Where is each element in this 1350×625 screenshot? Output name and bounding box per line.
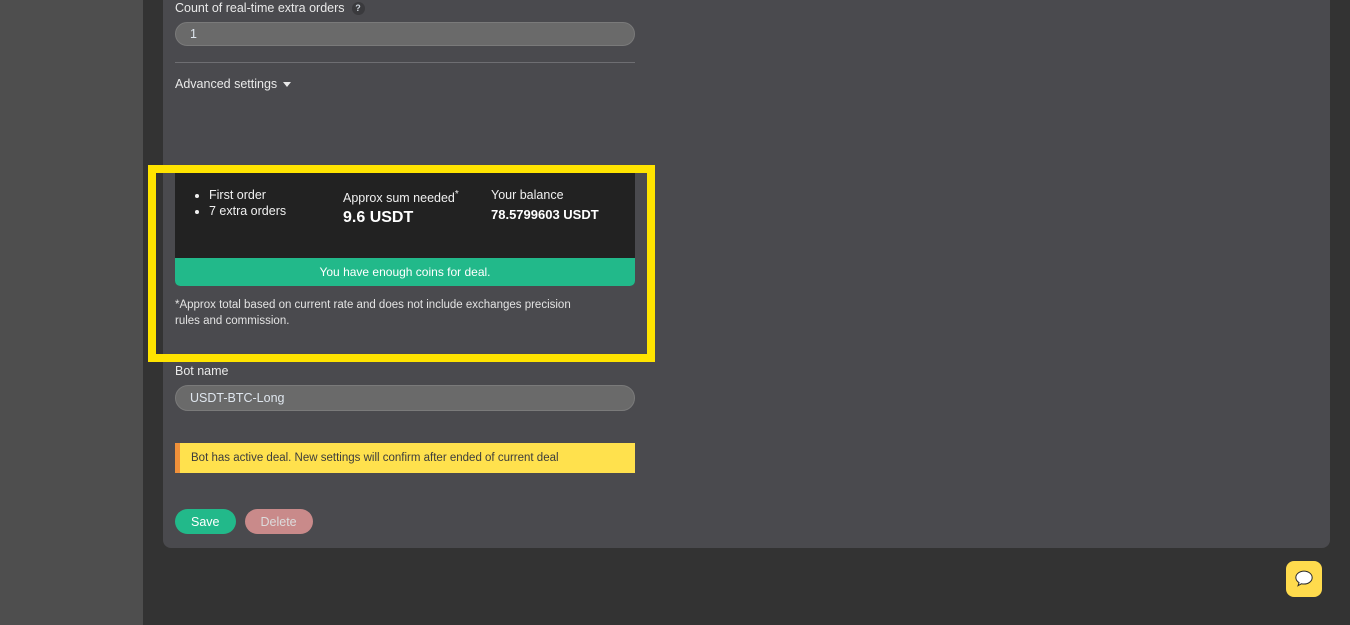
realtime-extra-orders-label: Count of real-time extra orders <box>175 1 345 15</box>
advanced-settings-label: Advanced settings <box>175 77 278 91</box>
advanced-settings-toggle[interactable]: Advanced settings <box>175 77 292 91</box>
list-item: First order <box>209 187 343 203</box>
form-divider <box>175 62 635 63</box>
your-balance-value: 78.5799603 USDT <box>491 207 599 222</box>
deal-summary-panel: First order 7 extra orders Approx sum ne… <box>175 165 635 287</box>
approx-sum-needed-value: 9.6 USDT <box>343 209 414 227</box>
deal-summary-section: First order 7 extra orders Approx sum ne… <box>175 165 635 329</box>
deal-summary-columns: First order 7 extra orders Approx sum ne… <box>175 165 635 258</box>
approx-sum-needed-column: Approx sum needed* 9.6 USDT <box>343 187 491 228</box>
form-action-row: Save Delete <box>175 509 313 534</box>
bot-name-field-group: Bot name <box>175 363 635 411</box>
bot-settings-card: Count of real-time extra orders ? Advanc… <box>163 0 1330 548</box>
chevron-down-icon <box>283 81 292 87</box>
settings-form-column: Count of real-time extra orders ? Advanc… <box>175 0 635 93</box>
active-deal-warning-banner: Bot has active deal. New settings will c… <box>175 443 635 473</box>
bot-name-label: Bot name <box>175 364 229 378</box>
question-mark-icon[interactable]: ? <box>351 1 365 15</box>
approx-sum-needed-label-text: Approx sum needed <box>343 191 455 206</box>
orders-list: First order 7 extra orders <box>193 187 343 219</box>
approx-total-footnote: *Approx total based on current rate and … <box>175 299 571 328</box>
realtime-extra-orders-label-row: Count of real-time extra orders ? <box>175 0 635 16</box>
save-button[interactable]: Save <box>175 509 236 534</box>
delete-button[interactable]: Delete <box>244 509 313 534</box>
your-balance-column: Your balance 78.5799603 USDT <box>491 187 617 228</box>
orders-breakdown-column: First order 7 extra orders <box>193 187 343 228</box>
enough-coins-banner: You have enough coins for deal. <box>175 258 635 287</box>
chat-bubble-icon <box>1295 570 1313 587</box>
asterisk-marker: * <box>454 189 459 200</box>
list-item: 7 extra orders <box>209 203 343 219</box>
bot-name-input[interactable] <box>175 385 635 411</box>
approx-sum-needed-label: Approx sum needed* <box>343 187 491 206</box>
your-balance-label: Your balance <box>491 188 564 202</box>
chat-widget-button[interactable] <box>1286 561 1322 597</box>
realtime-extra-orders-field-group: Count of real-time extra orders ? <box>175 0 635 46</box>
left-sidebar-rail <box>0 0 143 625</box>
realtime-extra-orders-input[interactable] <box>175 22 635 46</box>
